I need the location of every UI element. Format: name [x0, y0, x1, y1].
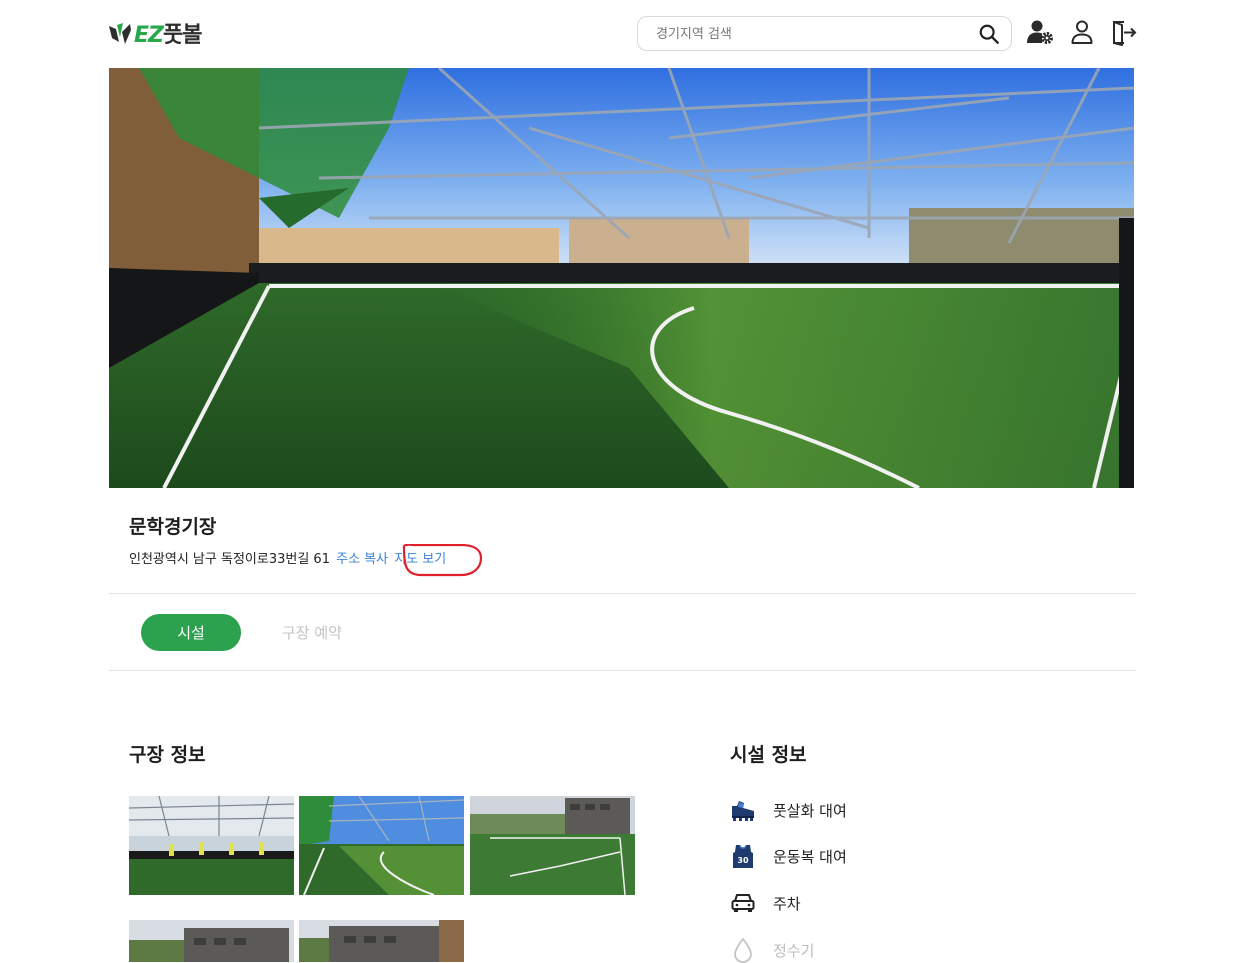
futsal-shoe-icon [732, 801, 754, 821]
stadium-photo-thumbnail[interactable] [299, 796, 464, 895]
divider-bottom [109, 670, 1136, 671]
jersey-icon: 30 [733, 844, 753, 868]
top-header: EZ풋볼 [0, 0, 1245, 68]
ez-football-logo[interactable]: EZ풋볼 [108, 19, 202, 48]
facility-item-parking: 주차 [730, 890, 801, 916]
facility-item-water-purifier: 정수기 [730, 937, 814, 963]
tab-facility[interactable]: 시설 [141, 614, 241, 651]
logout-icon[interactable] [1110, 18, 1138, 46]
facility-label: 풋살화 대여 [773, 801, 847, 820]
tab-reservation[interactable]: 구장 예약 [282, 622, 342, 643]
map-link-annotation-circle [402, 544, 483, 577]
stadium-hero-photo [109, 68, 1134, 488]
divider-top [109, 593, 1136, 594]
stadium-photo-thumbnail[interactable] [129, 920, 294, 962]
copy-address-link[interactable]: 주소 복사 [336, 552, 388, 567]
logo-ez-text: EZ [134, 23, 164, 48]
facility-label: 정수기 [773, 941, 815, 960]
facility-info-title: 시설 정보 [730, 744, 807, 766]
svg-text:30: 30 [737, 856, 749, 865]
venue-name: 문학경기장 [129, 516, 217, 538]
stadium-photo-thumbnail[interactable] [470, 796, 635, 895]
user-settings-icon[interactable] [1026, 18, 1054, 46]
stadium-photo-thumbnail[interactable] [129, 796, 294, 895]
stadium-photo-thumbnail[interactable] [299, 920, 464, 962]
car-icon [731, 894, 755, 912]
logo-kr-text: 풋볼 [162, 23, 202, 48]
logo-mark-icon [109, 23, 131, 44]
venue-address: 인천광역시 남구 독정이로33번길 61 [129, 552, 330, 567]
venue-address-line: 인천광역시 남구 독정이로33번길 61 주소 복사 지도 보기 [129, 548, 446, 567]
search-input[interactable] [656, 24, 966, 44]
user-profile-icon[interactable] [1068, 18, 1096, 46]
facility-label: 운동복 대여 [773, 847, 847, 866]
facility-item-jersey-rental: 30 운동복 대여 [730, 843, 847, 869]
search-icon[interactable] [978, 23, 1000, 45]
facility-item-shoe-rental: 풋살화 대여 [730, 797, 847, 823]
stadium-info-title: 구장 정보 [129, 744, 206, 766]
water-drop-icon [734, 937, 752, 963]
facility-label: 주차 [773, 894, 801, 913]
search-bar [637, 16, 1012, 51]
